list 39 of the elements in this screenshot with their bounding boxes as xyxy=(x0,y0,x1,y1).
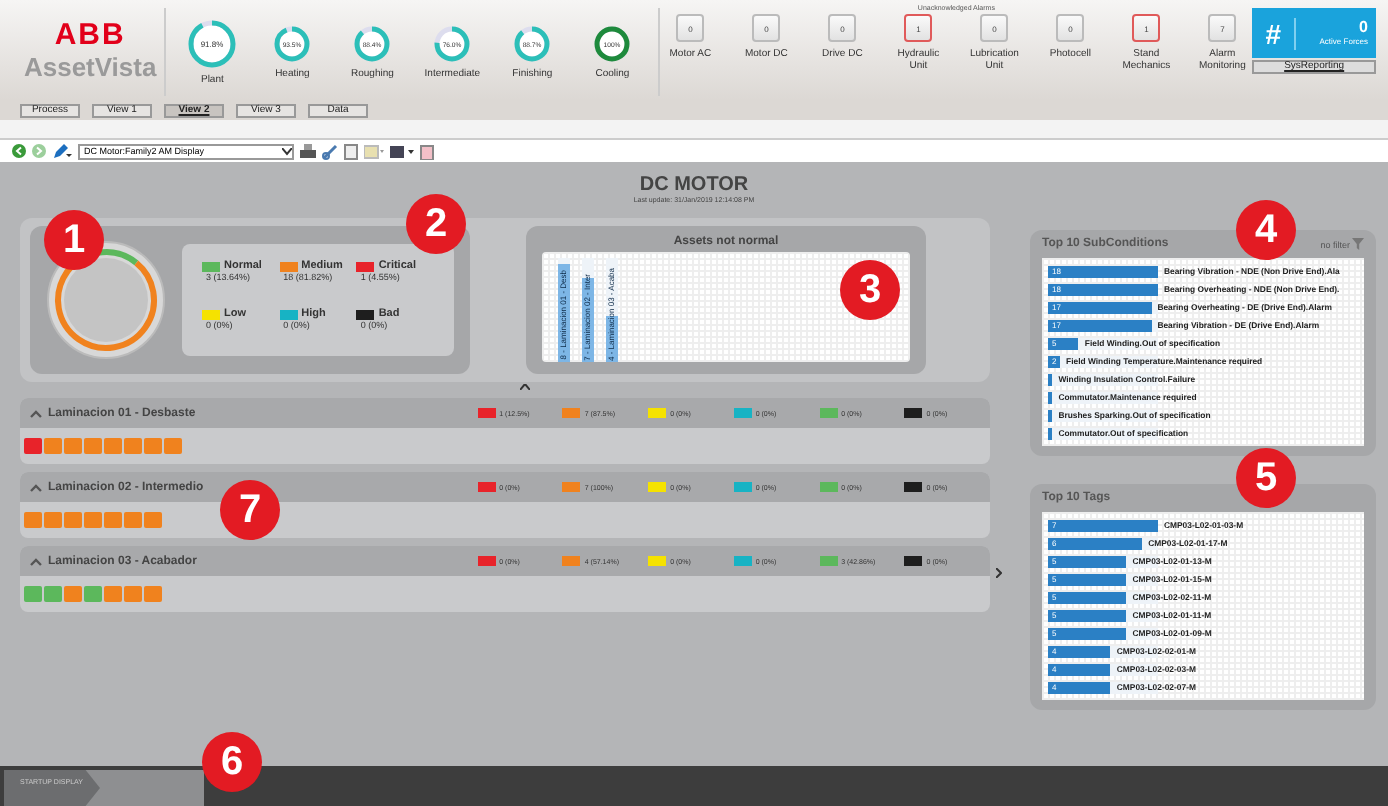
back-icon[interactable] xyxy=(12,144,26,158)
asset-tile[interactable] xyxy=(124,512,142,528)
page-title: DC MOTOR xyxy=(639,174,749,196)
collapse-icon[interactable] xyxy=(30,409,42,417)
link-icon[interactable] xyxy=(322,143,338,159)
asset-tile[interactable] xyxy=(124,438,142,454)
asset-tile[interactable] xyxy=(24,438,42,454)
collapse-icon[interactable] xyxy=(30,483,42,491)
asset-tile[interactable] xyxy=(24,586,42,602)
filter-icon[interactable] xyxy=(1352,238,1364,250)
asset-tile[interactable] xyxy=(84,586,102,602)
asset-tile[interactable] xyxy=(44,512,62,528)
pen-icon[interactable] xyxy=(52,143,72,159)
asset-tile[interactable] xyxy=(104,586,122,602)
chevron-right-icon[interactable] xyxy=(996,568,1002,578)
document-icon[interactable] xyxy=(344,143,358,159)
asset-tile[interactable] xyxy=(164,438,182,454)
asset-tile[interactable] xyxy=(104,512,122,528)
asset-tile[interactable] xyxy=(144,586,162,602)
asset-tile[interactable] xyxy=(124,586,142,602)
asset-tile[interactable] xyxy=(64,586,82,602)
asset-tile[interactable] xyxy=(144,512,162,528)
collapse-icon[interactable] xyxy=(30,557,42,565)
forward-icon[interactable] xyxy=(32,144,46,158)
caret-up-icon[interactable] xyxy=(520,384,530,390)
asset-tile[interactable] xyxy=(44,586,62,602)
printer-icon[interactable] xyxy=(300,143,316,159)
product-name: AssetVista xyxy=(23,51,157,81)
asset-tile[interactable] xyxy=(44,438,62,454)
asset-tile[interactable] xyxy=(84,438,102,454)
asset-tile[interactable] xyxy=(104,438,122,454)
company-logo: ABB xyxy=(54,19,126,51)
asset-tile[interactable] xyxy=(64,512,82,528)
asset-tile[interactable] xyxy=(144,438,162,454)
image-icon[interactable] xyxy=(364,143,384,159)
asset-tile[interactable] xyxy=(64,438,82,454)
asset-tile[interactable] xyxy=(84,512,102,528)
asset-tile[interactable] xyxy=(24,512,42,528)
chevron-down-icon xyxy=(282,147,292,155)
